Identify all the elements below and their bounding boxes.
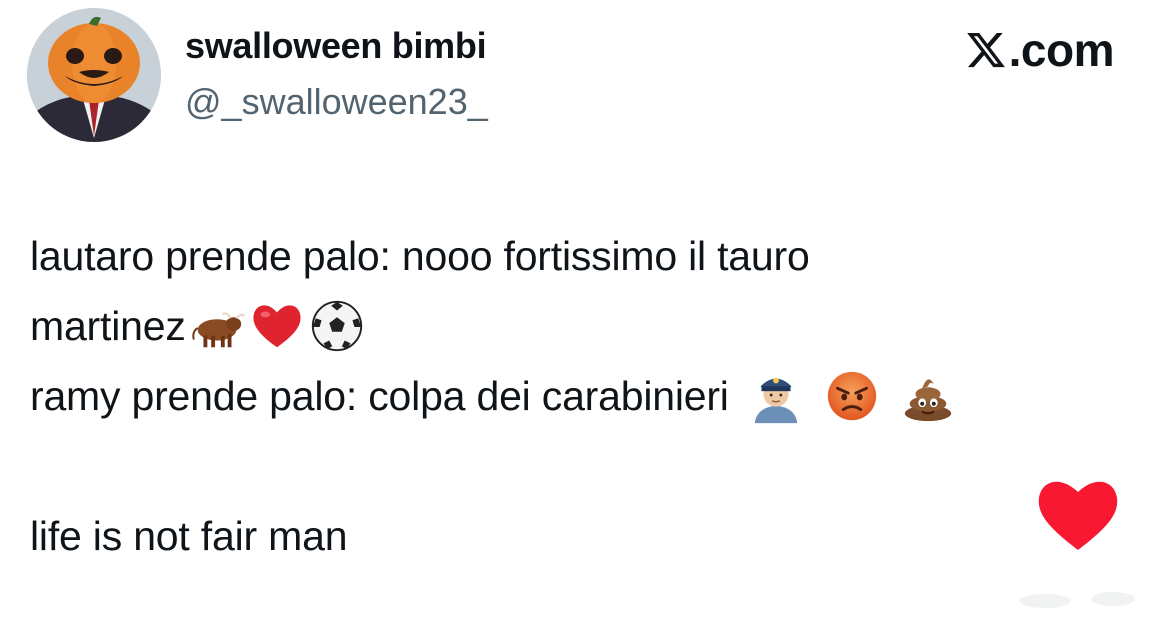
tweet-line: life is not fair man: [30, 501, 1130, 571]
ox-emoji-icon: [188, 297, 246, 355]
avatar[interactable]: [27, 8, 161, 142]
soccer-ball-emoji-icon: [308, 297, 366, 355]
angry-face-emoji-icon: [823, 367, 881, 425]
brand-logo: .com: [965, 22, 1115, 78]
heart-icon: [1038, 481, 1118, 550]
tweet-line: martinez: [30, 291, 1130, 361]
pile-of-poo-emoji-icon: [899, 367, 957, 425]
x-logo-icon: [966, 32, 1005, 68]
like-button[interactable]: [1035, 474, 1121, 554]
tweet-line-text: lautaro prende palo: nooo fortissimo il …: [30, 233, 810, 279]
pumpkin-head-avatar-icon: [27, 8, 161, 142]
tweet-line: ramy prende palo: colpa dei carabinieri: [30, 361, 1130, 431]
tweet-line-text: martinez: [30, 303, 186, 349]
brand-text: .com: [1008, 24, 1115, 76]
watermark-icon: [1019, 592, 1135, 608]
tweet-line-text: ramy prende palo: colpa dei carabinieri: [30, 373, 729, 419]
red-heart-emoji-icon: [248, 297, 306, 355]
police-officer-emoji-icon: [747, 367, 805, 425]
tweet-text: lautaro prende palo: nooo fortissimo il …: [30, 221, 1130, 571]
tweet-line: lautaro prende palo: nooo fortissimo il …: [30, 221, 1130, 291]
user-handle[interactable]: @_swalloween23_: [185, 80, 488, 124]
tweet-line-text: life is not fair man: [30, 513, 348, 559]
display-name[interactable]: swalloween bimbi: [185, 24, 487, 68]
